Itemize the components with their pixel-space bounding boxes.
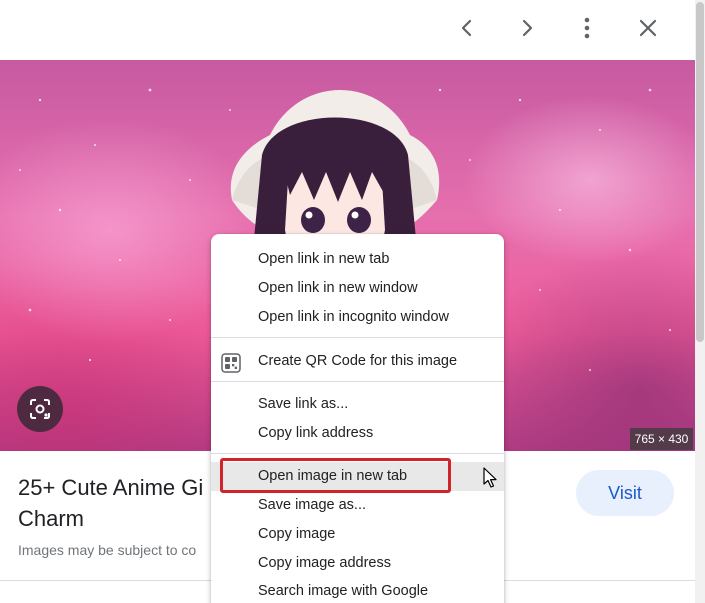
close-button[interactable] bbox=[628, 8, 668, 48]
menu-separator bbox=[211, 337, 504, 338]
viewer-toolbar bbox=[0, 0, 695, 60]
menu-separator bbox=[211, 453, 504, 454]
qr-code-icon bbox=[221, 353, 241, 373]
menu-item-save-link-as[interactable]: Save link as... bbox=[211, 390, 504, 419]
menu-item-copy-image[interactable]: Copy image bbox=[211, 520, 504, 549]
more-options-button[interactable] bbox=[567, 8, 607, 48]
next-button[interactable] bbox=[507, 8, 547, 48]
mouse-cursor-icon bbox=[483, 467, 497, 488]
menu-item-save-image-as[interactable]: Save image as... bbox=[211, 491, 504, 520]
highlight-annotation-box bbox=[220, 458, 451, 493]
menu-item-open-link-new-window[interactable]: Open link in new window bbox=[211, 274, 504, 303]
menu-item-label: Create QR Code for this image bbox=[258, 353, 458, 369]
copyright-notice: Images may be subject to co bbox=[18, 542, 197, 558]
menu-item-copy-link-address[interactable]: Copy link address bbox=[211, 419, 504, 448]
scroll-thumb[interactable] bbox=[696, 2, 704, 342]
vertical-scrollbar[interactable] bbox=[695, 0, 705, 603]
previous-button[interactable] bbox=[447, 8, 487, 48]
google-lens-button[interactable] bbox=[17, 386, 63, 432]
chevron-left-icon bbox=[461, 19, 472, 37]
menu-item-create-qr-code[interactable]: Create QR Code for this image bbox=[211, 347, 504, 376]
menu-item-search-image-google[interactable]: Search image with Google bbox=[211, 577, 504, 603]
menu-item-open-link-new-tab[interactable]: Open link in new tab bbox=[211, 245, 504, 274]
menu-item-copy-image-address[interactable]: Copy image address bbox=[211, 549, 504, 578]
chevron-right-icon bbox=[522, 19, 533, 37]
context-menu: Open link in new tab Open link in new wi… bbox=[211, 234, 504, 603]
menu-item-open-link-incognito[interactable]: Open link in incognito window bbox=[211, 303, 504, 332]
visit-button[interactable]: Visit bbox=[576, 470, 674, 516]
image-dimensions-badge: 765 × 430 bbox=[630, 428, 693, 450]
close-icon bbox=[639, 19, 657, 37]
menu-separator bbox=[211, 381, 504, 382]
google-lens-icon bbox=[30, 399, 50, 419]
more-vert-icon bbox=[584, 17, 590, 39]
